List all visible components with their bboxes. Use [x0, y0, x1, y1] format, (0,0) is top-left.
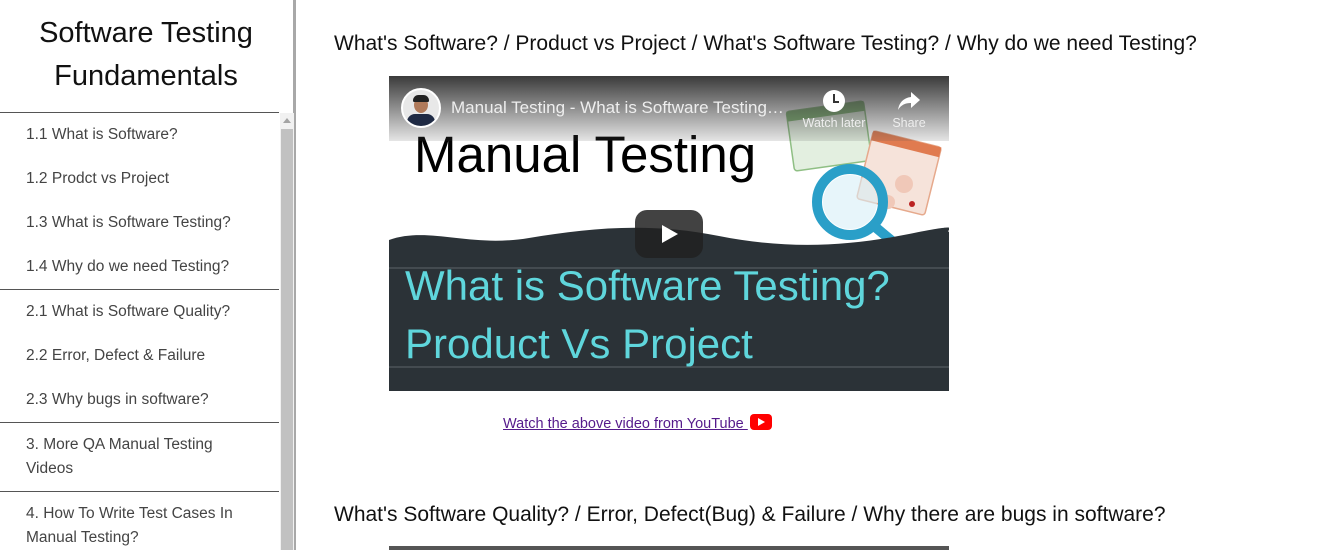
section-heading-2: What's Software Quality? / Error, Defect…	[334, 503, 1166, 526]
sidebar-item-software-quality[interactable]: 2.1 What is Software Quality?	[0, 289, 279, 334]
watch-later-label: Watch later	[802, 116, 866, 130]
sidebar-item-what-is-software-testing[interactable]: 1.3 What is Software Testing?	[0, 201, 279, 245]
sidebar-scrollbar[interactable]	[280, 113, 294, 550]
sidebar-item-more-qa-videos[interactable]: 3. More QA Manual Testing Videos	[0, 422, 279, 491]
share-arrow-icon	[898, 92, 920, 110]
share-label: Share	[892, 116, 926, 130]
sidebar-item-write-test-cases[interactable]: 4. How To Write Test Cases In Manual Tes…	[0, 491, 279, 550]
thumbnail-line-2: Product Vs Project	[405, 320, 753, 367]
watch-later-button[interactable]: Watch later	[794, 90, 874, 130]
youtube-video-embed[interactable]: Manual Testing What is Software Testing?…	[389, 76, 949, 391]
scrollbar-thumb[interactable]	[281, 129, 293, 550]
sidebar-title-line1: Software Testing	[39, 17, 253, 49]
sidebar-item-why-bugs[interactable]: 2.3 Why bugs in software?	[0, 378, 279, 422]
sidebar-title: Software Testing Fundamentals	[0, 12, 292, 98]
sidebar: Software Testing Fundamentals 1.1 What i…	[0, 0, 296, 550]
sidebar-item-product-vs-project[interactable]: 1.2 Prodct vs Project	[0, 157, 279, 201]
clock-icon	[823, 90, 845, 112]
section-heading-1: What's Software? / Product vs Project / …	[334, 32, 1197, 55]
watch-on-youtube-link[interactable]: Watch the above video from YouTube	[503, 414, 772, 434]
channel-avatar[interactable]	[401, 88, 441, 128]
youtube-video-embed-2[interactable]	[389, 546, 949, 550]
youtube-icon	[749, 414, 772, 430]
sidebar-nav: 1.1 What is Software? 1.2 Prodct vs Proj…	[0, 113, 279, 550]
play-button[interactable]	[635, 210, 703, 258]
sidebar-title-line2: Fundamentals	[54, 60, 238, 92]
sidebar-item-why-testing[interactable]: 1.4 Why do we need Testing?	[0, 245, 279, 289]
video-title-link[interactable]: Manual Testing - What is Software Testin…	[451, 97, 791, 119]
watch-on-youtube-text: Watch the above video from YouTube	[503, 416, 748, 432]
sidebar-item-what-is-software[interactable]: 1.1 What is Software?	[0, 113, 279, 157]
share-button[interactable]: Share	[884, 90, 934, 130]
sidebar-item-error-defect-failure[interactable]: 2.2 Error, Defect & Failure	[0, 334, 279, 378]
thumbnail-line-1: What is Software Testing?	[405, 262, 890, 309]
scroll-up-arrow-icon[interactable]	[280, 113, 294, 127]
